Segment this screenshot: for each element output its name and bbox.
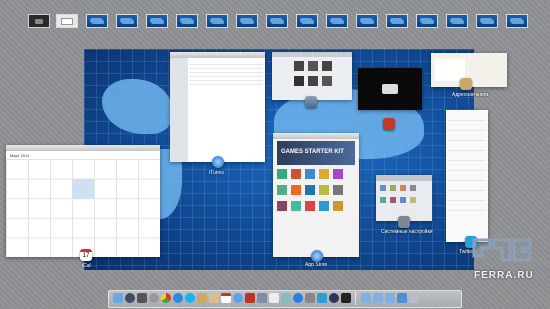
- space-thumbnail[interactable]: [506, 14, 528, 28]
- space-thumbnail[interactable]: [146, 14, 168, 28]
- appstore-label: App Store: [305, 262, 328, 268]
- itunes-window[interactable]: [170, 52, 265, 162]
- space-thumbnail[interactable]: [176, 14, 198, 28]
- trash-icon[interactable]: [409, 293, 419, 303]
- sysprefs-icon: [398, 216, 410, 228]
- addressbook-icon: [460, 78, 472, 90]
- space-thumbnail[interactable]: [116, 14, 138, 28]
- finder-icon[interactable]: [113, 293, 123, 303]
- photobooth-icon: [383, 118, 395, 130]
- appstore-window[interactable]: GAMES STARTER KIT: [273, 133, 359, 257]
- sysprefs-label: Системные настройки: [381, 229, 433, 235]
- photobooth-dock-icon[interactable]: [245, 293, 255, 303]
- ical-icon: 17: [80, 249, 92, 261]
- contacts-icon[interactable]: [209, 293, 219, 303]
- spaces-bar: [0, 0, 550, 40]
- itunes-label: iTunes: [209, 170, 224, 176]
- folder-icon[interactable]: [361, 293, 371, 303]
- dock-divider: [355, 292, 356, 305]
- preview-icon: [305, 96, 317, 108]
- calendar-selected-day: [72, 179, 94, 199]
- space-thumbnail[interactable]: [446, 14, 468, 28]
- folder-icon[interactable]: [385, 293, 395, 303]
- settings-dock-icon[interactable]: [305, 293, 315, 303]
- appstore-icon: [311, 250, 323, 262]
- safari-icon[interactable]: [173, 293, 183, 303]
- photos-icon[interactable]: [281, 293, 291, 303]
- space-thumbnail[interactable]: [206, 14, 228, 28]
- stamp-icon[interactable]: [197, 293, 207, 303]
- space-thumbnail[interactable]: [386, 14, 408, 28]
- ical-day: 17: [82, 253, 90, 259]
- twitter-dock-icon[interactable]: [317, 293, 327, 303]
- photobooth-window[interactable]: [358, 68, 422, 110]
- terminal-icon[interactable]: [341, 293, 351, 303]
- itunes-dock-icon[interactable]: [233, 293, 243, 303]
- launchpad-icon[interactable]: [149, 293, 159, 303]
- space-thumbnail[interactable]: [86, 14, 108, 28]
- preview-dock-icon[interactable]: [257, 293, 267, 303]
- space-thumbnail[interactable]: [356, 14, 378, 28]
- chrome-icon[interactable]: [161, 293, 171, 303]
- space-thumbnail[interactable]: [56, 14, 78, 28]
- space-thumbnail[interactable]: [326, 14, 348, 28]
- dashboard-icon[interactable]: [125, 293, 135, 303]
- preview-window[interactable]: [272, 52, 352, 100]
- skype-icon[interactable]: [185, 293, 195, 303]
- appstore-dock-icon[interactable]: [293, 293, 303, 303]
- dashboard-space[interactable]: [28, 14, 50, 28]
- dock: [108, 290, 462, 308]
- ferra-logo: [472, 238, 532, 262]
- space-thumbnail[interactable]: [476, 14, 498, 28]
- folder-icon[interactable]: [373, 293, 383, 303]
- textedit-icon[interactable]: [269, 293, 279, 303]
- ical-label: iCal: [82, 263, 91, 269]
- space-thumbnail[interactable]: [416, 14, 438, 28]
- space-thumbnail[interactable]: [236, 14, 258, 28]
- space-thumbnail[interactable]: [296, 14, 318, 28]
- quicktime-icon[interactable]: [329, 293, 339, 303]
- calendar-grid: [6, 159, 160, 257]
- space-thumbnail[interactable]: [266, 14, 288, 28]
- calendar-icon[interactable]: [221, 293, 231, 303]
- twitter-window[interactable]: [446, 110, 488, 242]
- ical-window[interactable]: Март 2011: [6, 145, 160, 257]
- watermark-text: FERRA.RU: [474, 270, 534, 281]
- itunes-icon: [212, 156, 224, 168]
- sysprefs-window[interactable]: [376, 175, 432, 221]
- appstore-banner: GAMES STARTER KIT: [281, 149, 344, 155]
- mission-control-icon[interactable]: [137, 293, 147, 303]
- addressbook-label: Адресная книга: [452, 92, 489, 98]
- calendar-month: Март 2011: [10, 153, 30, 158]
- downloads-icon[interactable]: [397, 293, 407, 303]
